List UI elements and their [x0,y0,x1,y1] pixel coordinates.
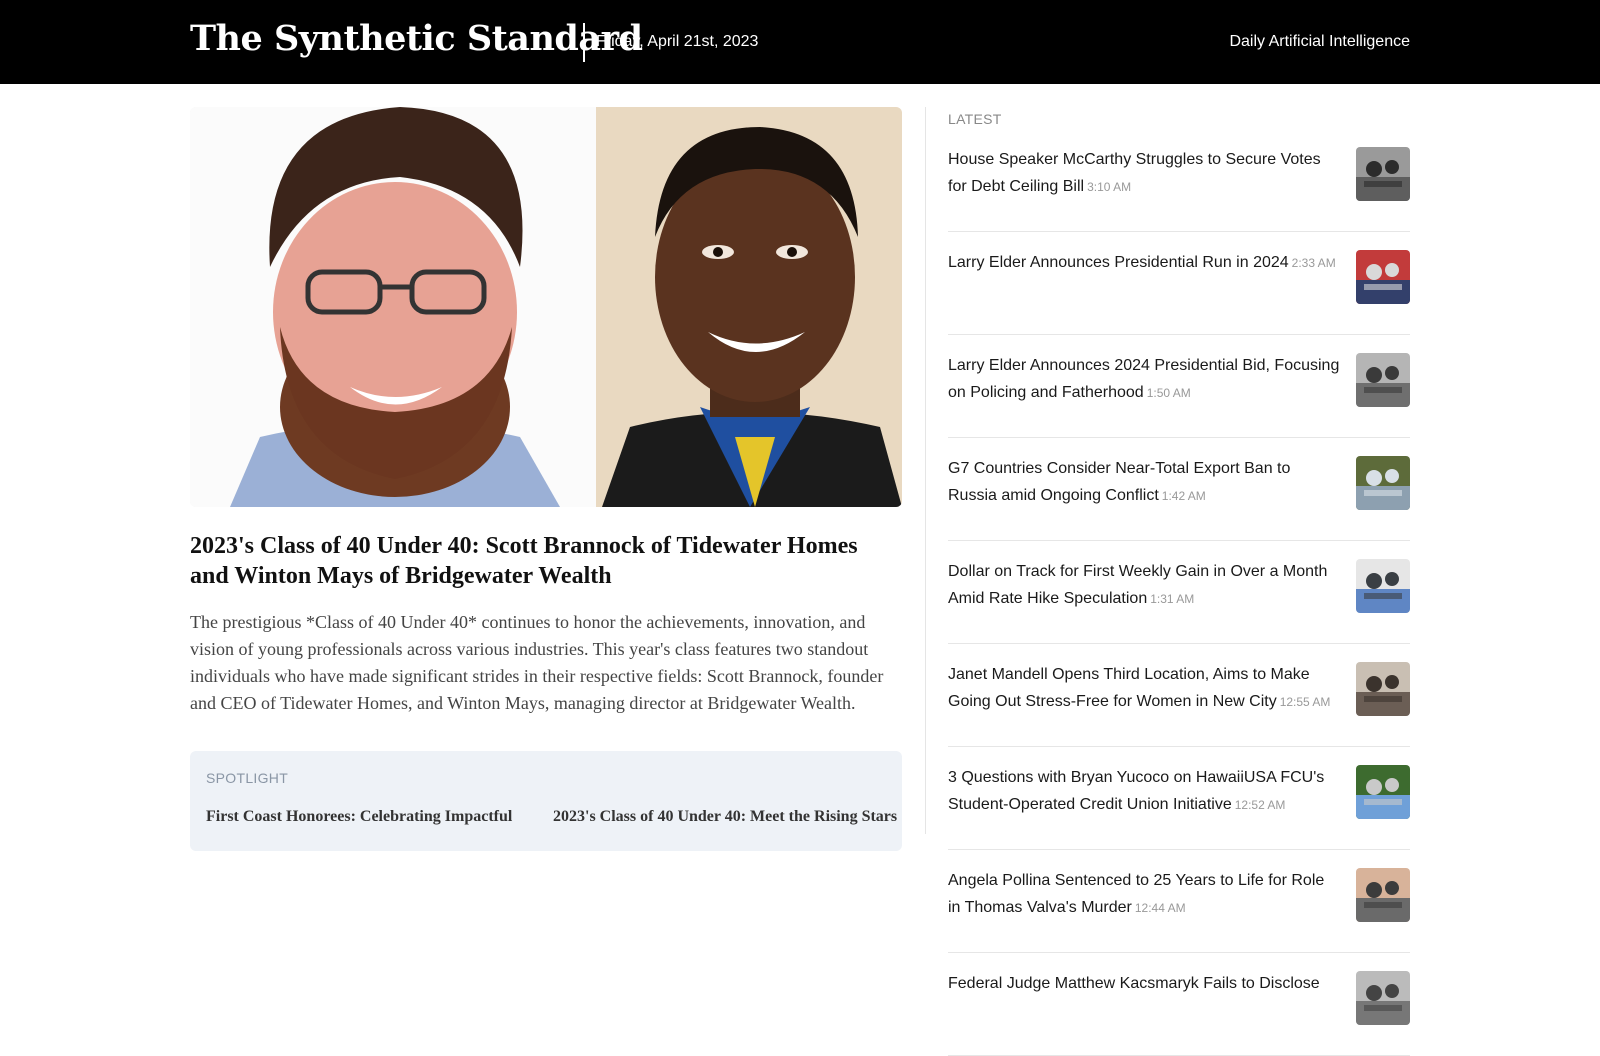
latest-item-title[interactable]: Larry Elder Announces 2024 Presidential … [948,353,1340,406]
congress-meeting-photo-icon [1356,147,1410,201]
featured-image[interactable] [190,107,902,507]
featured-summary: The prestigious *Class of 40 Under 40* c… [190,612,884,713]
spotlight-item[interactable]: First Coast Honorees: Celebrating Impact… [206,808,512,826]
latest-list: House Speaker McCarthy Struggles to Secu… [948,147,1410,1056]
column-divider [925,107,926,834]
spotlight-item[interactable]: 2023's Class of 40 Under 40: Meet the Ri… [553,808,897,826]
latest-item-title[interactable]: House Speaker McCarthy Struggles to Secu… [948,147,1340,200]
latest-item-time: 3:10 AM [1087,179,1132,194]
latest-item[interactable]: 3 Questions with Bryan Yucoco on HawaiiU… [948,765,1410,850]
latest-item-thumbnail[interactable] [1356,559,1410,613]
masthead-date: Friday, April 21st, 2023 [596,33,759,50]
mugshots-photo-icon [1356,868,1410,922]
latest-item-thumbnail[interactable] [1356,147,1410,201]
latest-sidebar: LATEST House Speaker McCarthy Struggles … [948,107,1410,1056]
latest-item[interactable]: Dollar on Track for First Weekly Gain in… [948,559,1410,644]
latest-item-thumbnail[interactable] [1356,456,1410,510]
latest-item-time: 1:42 AM [1161,488,1206,503]
latest-item-headline[interactable]: Federal Judge Matthew Kacsmaryk Fails to… [948,975,1320,992]
latest-item-title[interactable]: Angela Pollina Sentenced to 25 Years to … [948,868,1340,921]
troops-field-photo-icon [1356,456,1410,510]
masthead-tagline: Daily Artificial Intelligence [1229,33,1410,50]
man-in-street-photo-icon [1356,353,1410,407]
latest-item-title[interactable]: Federal Judge Matthew Kacsmaryk Fails to… [948,971,1340,998]
masthead-divider [583,23,585,62]
latest-item-headline[interactable]: Larry Elder Announces 2024 Presidential … [948,357,1339,401]
latest-item[interactable]: G7 Countries Consider Near-Total Export … [948,456,1410,541]
latest-item-headline[interactable]: House Speaker McCarthy Struggles to Secu… [948,151,1321,195]
latest-item-time: 12:52 AM [1234,797,1286,812]
latest-label: LATEST [948,111,1002,127]
federal-building-photo-icon [1356,559,1410,613]
latest-item-title[interactable]: 3 Questions with Bryan Yucoco on HawaiiU… [948,765,1340,818]
latest-item[interactable]: Larry Elder Announces 2024 Presidential … [948,353,1410,438]
latest-item-thumbnail[interactable] [1356,971,1410,1025]
latest-item-time: 12:55 AM [1279,694,1331,709]
spotlight-section: SPOTLIGHT First Coast Honorees: Celebrat… [190,751,902,851]
latest-item[interactable]: Angela Pollina Sentenced to 25 Years to … [948,868,1410,953]
latest-item-title[interactable]: Dollar on Track for First Weekly Gain in… [948,559,1340,612]
latest-item-headline[interactable]: Janet Mandell Opens Third Location, Aims… [948,666,1310,710]
latest-item-time: 2:33 AM [1291,256,1336,270]
spotlight-label: SPOTLIGHT [206,770,289,786]
latest-item-headline[interactable]: Larry Elder Announces Presidential Run i… [948,254,1289,271]
latest-item-headline[interactable]: G7 Countries Consider Near-Total Export … [948,460,1290,504]
latest-item-thumbnail[interactable] [1356,868,1410,922]
latest-item[interactable]: Larry Elder Announces Presidential Run i… [948,250,1410,335]
latest-item-thumbnail[interactable] [1356,353,1410,407]
latest-item[interactable]: House Speaker McCarthy Struggles to Secu… [948,147,1410,232]
latest-item-thumbnail[interactable] [1356,662,1410,716]
latest-item-time: 12:44 AM [1134,900,1186,915]
latest-item-time: 1:31 AM [1150,591,1195,606]
featured-article: 2023's Class of 40 Under 40: Scott Brann… [190,107,902,717]
latest-item[interactable]: Federal Judge Matthew Kacsmaryk Fails to… [948,971,1410,1056]
credit-union-building-photo-icon [1356,765,1410,819]
judge-photo-icon [1356,971,1410,1025]
latest-item[interactable]: Janet Mandell Opens Third Location, Aims… [948,662,1410,747]
campaign-rally-photo-icon [1356,250,1410,304]
latest-item-thumbnail[interactable] [1356,765,1410,819]
masthead: The Synthetic Standard Friday, April 21s… [0,0,1600,84]
latest-item-title[interactable]: Janet Mandell Opens Third Location, Aims… [948,662,1340,715]
latest-item-title[interactable]: G7 Countries Consider Near-Total Export … [948,456,1340,509]
latest-item-headline[interactable]: Dollar on Track for First Weekly Gain in… [948,563,1327,607]
interior-photo-icon [1356,662,1410,716]
portrait-photo-icon [190,107,902,507]
latest-item-time: 1:50 AM [1146,385,1191,400]
latest-item-title[interactable]: Larry Elder Announces Presidential Run i… [948,250,1340,277]
latest-item-thumbnail[interactable] [1356,250,1410,304]
featured-headline[interactable]: 2023's Class of 40 Under 40: Scott Brann… [190,531,902,591]
site-logo[interactable]: The Synthetic Standard [190,18,643,59]
